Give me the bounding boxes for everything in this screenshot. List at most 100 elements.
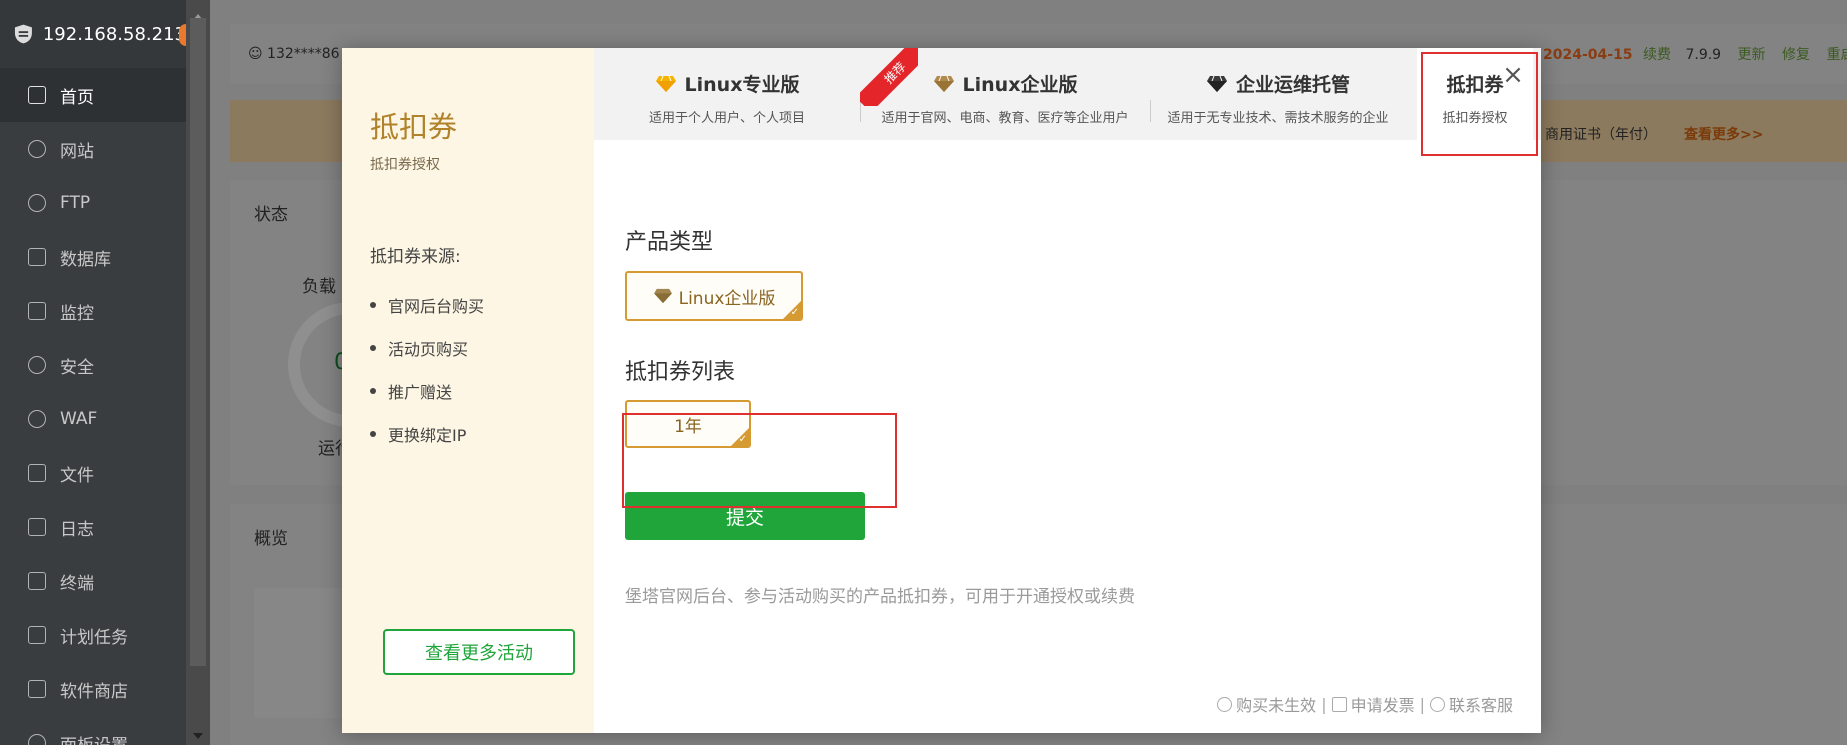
sidebar-item-settings[interactable]: 面板设置	[0, 716, 186, 745]
apps-icon	[28, 680, 46, 698]
not-effective-link[interactable]: 购买未生效	[1236, 692, 1316, 716]
coupon-hint: 堡塔官网后台、参与活动购买的产品抵扣券，可用于开通授权或续费	[625, 587, 1135, 607]
shield-icon	[28, 356, 46, 374]
renew-link[interactable]: 续费	[1643, 47, 1671, 63]
top-bar-actions: 2024-04-15 续费 7.9.9 更新 修复 重启	[1543, 44, 1847, 64]
sidebar-item-home[interactable]: 首页	[0, 68, 186, 122]
sidebar-item-ftp[interactable]: FTP	[0, 176, 186, 230]
ribbon-label: 推荐	[860, 48, 918, 106]
log-icon	[28, 518, 46, 536]
version: 7.9.9	[1685, 47, 1722, 63]
sidebar-item-label: 文件	[60, 465, 94, 486]
check-icon: ✓	[790, 307, 799, 318]
scroll-down-icon[interactable]	[193, 733, 203, 739]
waf-icon	[28, 410, 46, 428]
sidebar-item-label: 数据库	[60, 249, 111, 270]
server-ip: 192.168.58.213	[42, 23, 186, 45]
sidebar: 192.168.58.213 0 首页 网站 FTP 数据库 监控 安全 WAF…	[0, 0, 201, 745]
tab-managed-ops[interactable]: 企业运维托管 适用于无专业技术、需技术服务的企业	[1150, 48, 1406, 140]
sidebar-item-label: WAF	[60, 409, 98, 429]
database-icon	[28, 248, 46, 266]
list-item: 推广赠送	[370, 369, 484, 412]
sidebar-item-label: 计划任务	[60, 627, 128, 648]
sidebar-item-cron[interactable]: 计划任务	[0, 608, 186, 662]
user-icon: ☺	[248, 46, 268, 62]
banner-text: 商用证书（年付）	[1545, 127, 1657, 143]
ftp-icon	[28, 194, 46, 212]
sidebar-item-label: 软件商店	[60, 681, 128, 702]
load-label: 负载	[302, 277, 336, 297]
expire-date: 2024-04-15	[1543, 47, 1633, 63]
close-icon[interactable]: ×	[1502, 62, 1524, 88]
sidebar-item-terminal[interactable]: 终端	[0, 554, 186, 608]
diamond-bronze-icon	[653, 288, 672, 304]
diamond-dark-icon	[1206, 75, 1227, 92]
sidebar-item-database[interactable]: 数据库	[0, 230, 186, 284]
sidebar-item-label: 日志	[60, 519, 94, 540]
sidebar-item-files[interactable]: 文件	[0, 446, 186, 500]
sidebar-item-label: FTP	[60, 193, 91, 213]
tab-linux-pro[interactable]: Linux专业版 适用于个人用户、个人项目	[594, 48, 860, 140]
tab-title: 抵扣券	[1446, 74, 1504, 96]
modal-footer-links: 购买未生效 | 申请发票 | 联系客服	[1217, 692, 1513, 716]
gear-icon	[28, 734, 46, 745]
product-type-option[interactable]: Linux企业版 ✓	[625, 271, 803, 321]
calendar-icon	[28, 626, 46, 644]
invoice-link[interactable]: 申请发票	[1351, 692, 1415, 716]
check-icon: ✓	[738, 434, 747, 445]
user-account[interactable]: ☺ 132****86	[248, 46, 340, 62]
product-type-value: Linux企业版	[678, 288, 776, 309]
sidebar-item-store[interactable]: 软件商店	[0, 662, 186, 716]
monitor-icon	[28, 302, 46, 320]
tab-title: 企业运维托管	[1235, 74, 1350, 96]
sidebar-item-security[interactable]: 安全	[0, 338, 186, 392]
sidebar-item-label: 安全	[60, 357, 94, 378]
server-header: 192.168.58.213	[0, 0, 186, 68]
question-icon	[1217, 696, 1233, 712]
product-tabs: Linux专业版 适用于个人用户、个人项目 推荐 Linux企业版 适用于官网、…	[594, 48, 1541, 140]
folder-icon	[28, 464, 46, 482]
scrollbar-thumb[interactable]	[190, 18, 206, 666]
sidebar-item-label: 面板设置	[60, 731, 128, 745]
coupon-value: 1年	[674, 416, 702, 437]
tab-description: 抵扣券授权	[1442, 111, 1508, 126]
coupon-option[interactable]: 1年 ✓	[625, 400, 751, 448]
coupon-modal: 抵扣券 抵扣券授权 抵扣券来源: 官网后台购买 活动页购买 推广赠送 更换绑定I…	[342, 48, 1541, 733]
overview-title: 概览	[254, 529, 288, 549]
sidebar-item-logs[interactable]: 日志	[0, 500, 186, 554]
coupon-source-label: 抵扣券来源:	[370, 247, 461, 267]
coupon-subtitle: 抵扣券授权	[370, 157, 440, 173]
sidebar-item-monitor[interactable]: 监控	[0, 284, 186, 338]
sidebar-item-label: 首页	[60, 87, 94, 108]
product-type-label: 产品类型	[625, 230, 714, 255]
invoice-icon	[1331, 696, 1347, 712]
globe-icon	[28, 140, 46, 158]
sidebar-item-website[interactable]: 网站	[0, 122, 186, 176]
restart-link[interactable]: 重启	[1826, 47, 1847, 63]
tab-description: 适用于无专业技术、需技术服务的企业	[1167, 111, 1389, 126]
server-shield-icon	[14, 24, 32, 44]
terminal-icon	[28, 572, 46, 590]
submit-button[interactable]: 提交	[625, 492, 865, 540]
more-activities-button[interactable]: 查看更多活动	[383, 629, 575, 675]
coupon-list-label: 抵扣券列表	[625, 360, 736, 385]
tab-linux-enterprise[interactable]: 推荐 Linux企业版 适用于官网、电商、教育、医疗等企业用户	[860, 48, 1150, 140]
coupon-title: 抵扣券	[370, 110, 458, 144]
tab-description: 适用于个人用户、个人项目	[648, 111, 805, 126]
list-item: 更换绑定IP	[370, 412, 484, 455]
modal-left-panel: 抵扣券 抵扣券授权 抵扣券来源: 官网后台购买 活动页购买 推广赠送 更换绑定I…	[342, 48, 594, 733]
support-link[interactable]: 联系客服	[1449, 692, 1513, 716]
coupon-source-list: 官网后台购买 活动页购买 推广赠送 更换绑定IP	[370, 283, 484, 455]
user-name: 132****86	[267, 46, 340, 62]
repair-link[interactable]: 修复	[1782, 47, 1810, 63]
sidebar-scrollbar[interactable]	[186, 0, 210, 745]
tab-title: Linux企业版	[962, 74, 1078, 96]
sidebar-item-label: 终端	[60, 573, 94, 594]
sidebar-item-label: 网站	[60, 141, 94, 162]
headset-icon	[1429, 696, 1445, 712]
sidebar-item-waf[interactable]: WAF	[0, 392, 186, 446]
banner-more-link[interactable]: 查看更多>>	[1684, 124, 1763, 144]
update-link[interactable]: 更新	[1738, 47, 1766, 63]
list-item: 官网后台购买	[370, 283, 484, 326]
status-title: 状态	[254, 205, 288, 225]
